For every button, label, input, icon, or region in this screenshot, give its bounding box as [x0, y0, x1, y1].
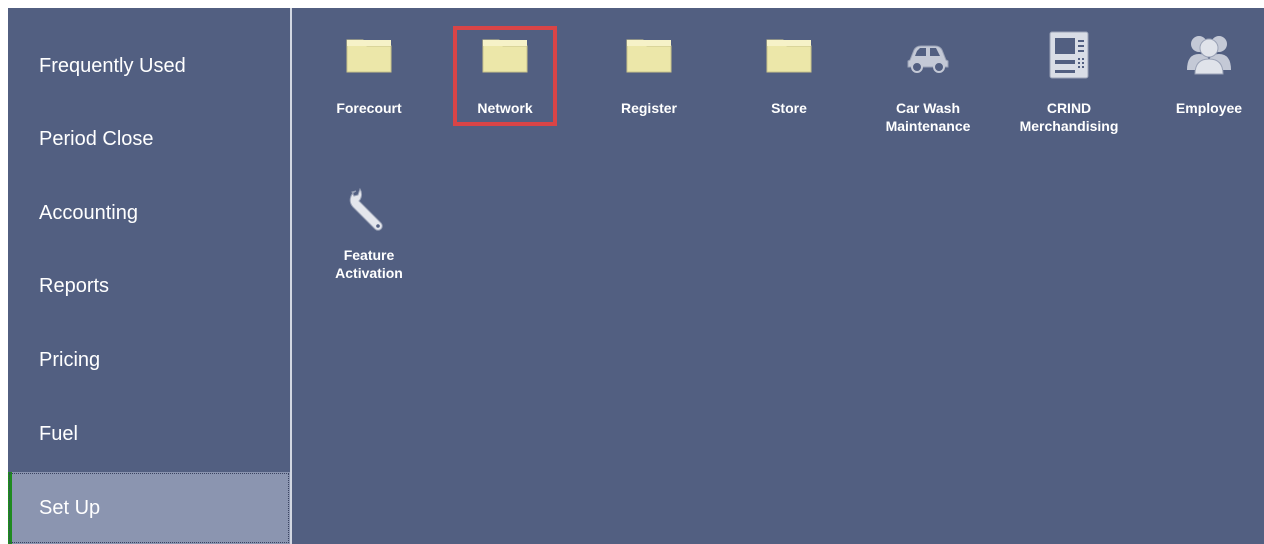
atm-icon [1045, 30, 1093, 80]
sidebar-item-frequently-used[interactable]: Frequently Used [8, 30, 290, 102]
tile-feature-activation[interactable]: Feature Activation [309, 168, 429, 288]
sidebar-item-fuel[interactable]: Fuel [8, 398, 290, 470]
tile-crind-merchandising[interactable]: CRIND Merchandising [1009, 8, 1129, 134]
setup-tile-grid: Forecourt Network Register Store Car Was… [292, 8, 1264, 544]
sidebar-item-pricing[interactable]: Pricing [8, 324, 290, 396]
tile-register[interactable]: Register [589, 8, 709, 128]
sidebar-item-reports[interactable]: Reports [8, 250, 290, 322]
tile-network[interactable]: Network [445, 8, 565, 128]
app-window: Frequently Used Period Close Accounting … [8, 8, 1264, 544]
sidebar-item-label: Accounting [39, 201, 138, 224]
sidebar-item-label: Fuel [39, 422, 78, 445]
sidebar-item-accounting[interactable]: Accounting [8, 177, 290, 249]
folder-icon [481, 36, 529, 76]
folder-icon [345, 36, 393, 76]
sidebar-nav: Frequently Used Period Close Accounting … [8, 8, 290, 544]
tile-label-line1: CRIND [1046, 100, 1092, 116]
tile-label: Forecourt [336, 100, 402, 116]
tile-label: Store [771, 100, 807, 116]
tile-label-line2: Maintenance [885, 118, 971, 134]
sidebar-item-period-close[interactable]: Period Close [8, 103, 290, 175]
sidebar-item-label: Set Up [39, 496, 101, 519]
people-icon [1185, 30, 1233, 76]
sidebar-item-label: Period Close [39, 127, 154, 150]
car-icon [904, 36, 952, 76]
tile-label-line1: Car Wash [895, 100, 961, 116]
tile-forecourt[interactable]: Forecourt [309, 8, 429, 128]
sidebar-item-label: Reports [39, 274, 110, 297]
tile-store[interactable]: Store [729, 8, 849, 128]
tile-label-line1: Feature [343, 247, 395, 263]
sidebar-item-label: Pricing [39, 348, 101, 371]
tile-label: Network [477, 100, 533, 116]
folder-icon [625, 36, 673, 76]
tile-car-wash-maintenance[interactable]: Car Wash Maintenance [868, 8, 988, 134]
tile-employee[interactable]: Employee [1149, 8, 1264, 128]
tile-label-line2: Activation [335, 265, 403, 281]
folder-icon [765, 36, 813, 76]
wrench-icon [345, 186, 393, 234]
tile-label-line2: Merchandising [1019, 118, 1119, 134]
sidebar-item-set-up[interactable]: Set Up [8, 472, 290, 544]
sidebar-item-label: Frequently Used [39, 54, 186, 77]
tile-label: Employee [1175, 100, 1243, 116]
tile-label: Register [620, 100, 678, 116]
